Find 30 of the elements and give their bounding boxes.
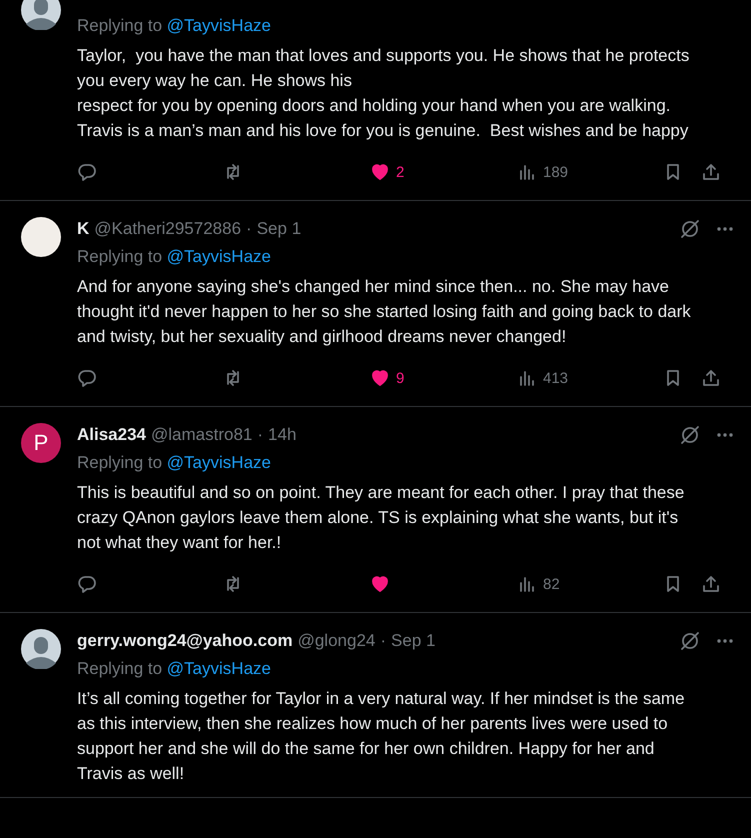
replying-to-text: Replying to @TayvisHaze — [77, 658, 272, 680]
post-time[interactable]: Sep 1 — [256, 219, 302, 239]
author-handle[interactable]: @Katheri29572886 — [94, 219, 242, 239]
separator-dot: · — [246, 219, 252, 239]
post-time[interactable]: 14h — [268, 425, 296, 445]
like-button[interactable]: 9 — [370, 368, 517, 388]
views-button[interactable]: 82 — [517, 574, 663, 594]
tweet-text: And for anyone saying she's changed her mind since then... no. She may have thought it'd never happen to her so she started losing faith and going back to dark and twisty, but her sexuality and girlhood dreams never changed! — [77, 276, 692, 348]
replying-to-text: Replying to @TayvisHaze — [77, 246, 272, 268]
post-time[interactable]: Sep 1 — [391, 631, 436, 651]
tweet-text: Taylor, you have the man that loves and supports you. He shows that he protects you every way he can. He shows his respect for you by opening doors and holding your hand when you are walking. Travis is a man’s man and his love for you is genuine. Best wishes and be happy — [77, 45, 690, 142]
author-handle[interactable]: @lamastro81 — [151, 425, 252, 445]
separator-dot: · — [257, 425, 264, 445]
mention-link[interactable]: @TayvisHaze — [166, 247, 271, 266]
replying-to-text: Replying to @TayvisHaze — [77, 15, 272, 37]
author-name[interactable]: K — [77, 219, 90, 239]
mention-link[interactable]: @TayvisHaze — [166, 16, 271, 35]
mention-link[interactable]: @TayvisHaze — [166, 453, 271, 472]
letter-avatar[interactable]: P — [21, 423, 61, 463]
tweet-text: It’s all coming together for Taylor in a very natural way. If her mindset is the same as this interview, then she realizes how much of her parents lives were used to support her and she will do the same for her own children. Happy for her and Travis as well! — [77, 688, 686, 785]
author-handle[interactable]: @glong24 — [298, 631, 376, 651]
tweet-text: This is beautiful and so on point. They are meant for each other. I pray that these crazy QAnon gaylors leave them alone. TS is explaining what she wants, but it's not what they want for her.! — [77, 482, 686, 554]
mention-link[interactable]: @TayvisHaze — [166, 659, 271, 678]
views-button[interactable]: 189 — [517, 162, 663, 182]
replying-to-text: Replying to @TayvisHaze — [77, 452, 272, 474]
separator-dot: · — [380, 631, 386, 651]
author-name[interactable]: gerry.wong24@yahoo.com — [77, 631, 293, 651]
like-button[interactable]: 2 — [370, 162, 517, 182]
author-name[interactable]: Alisa234 — [77, 425, 146, 445]
views-button[interactable]: 413 — [517, 368, 663, 388]
